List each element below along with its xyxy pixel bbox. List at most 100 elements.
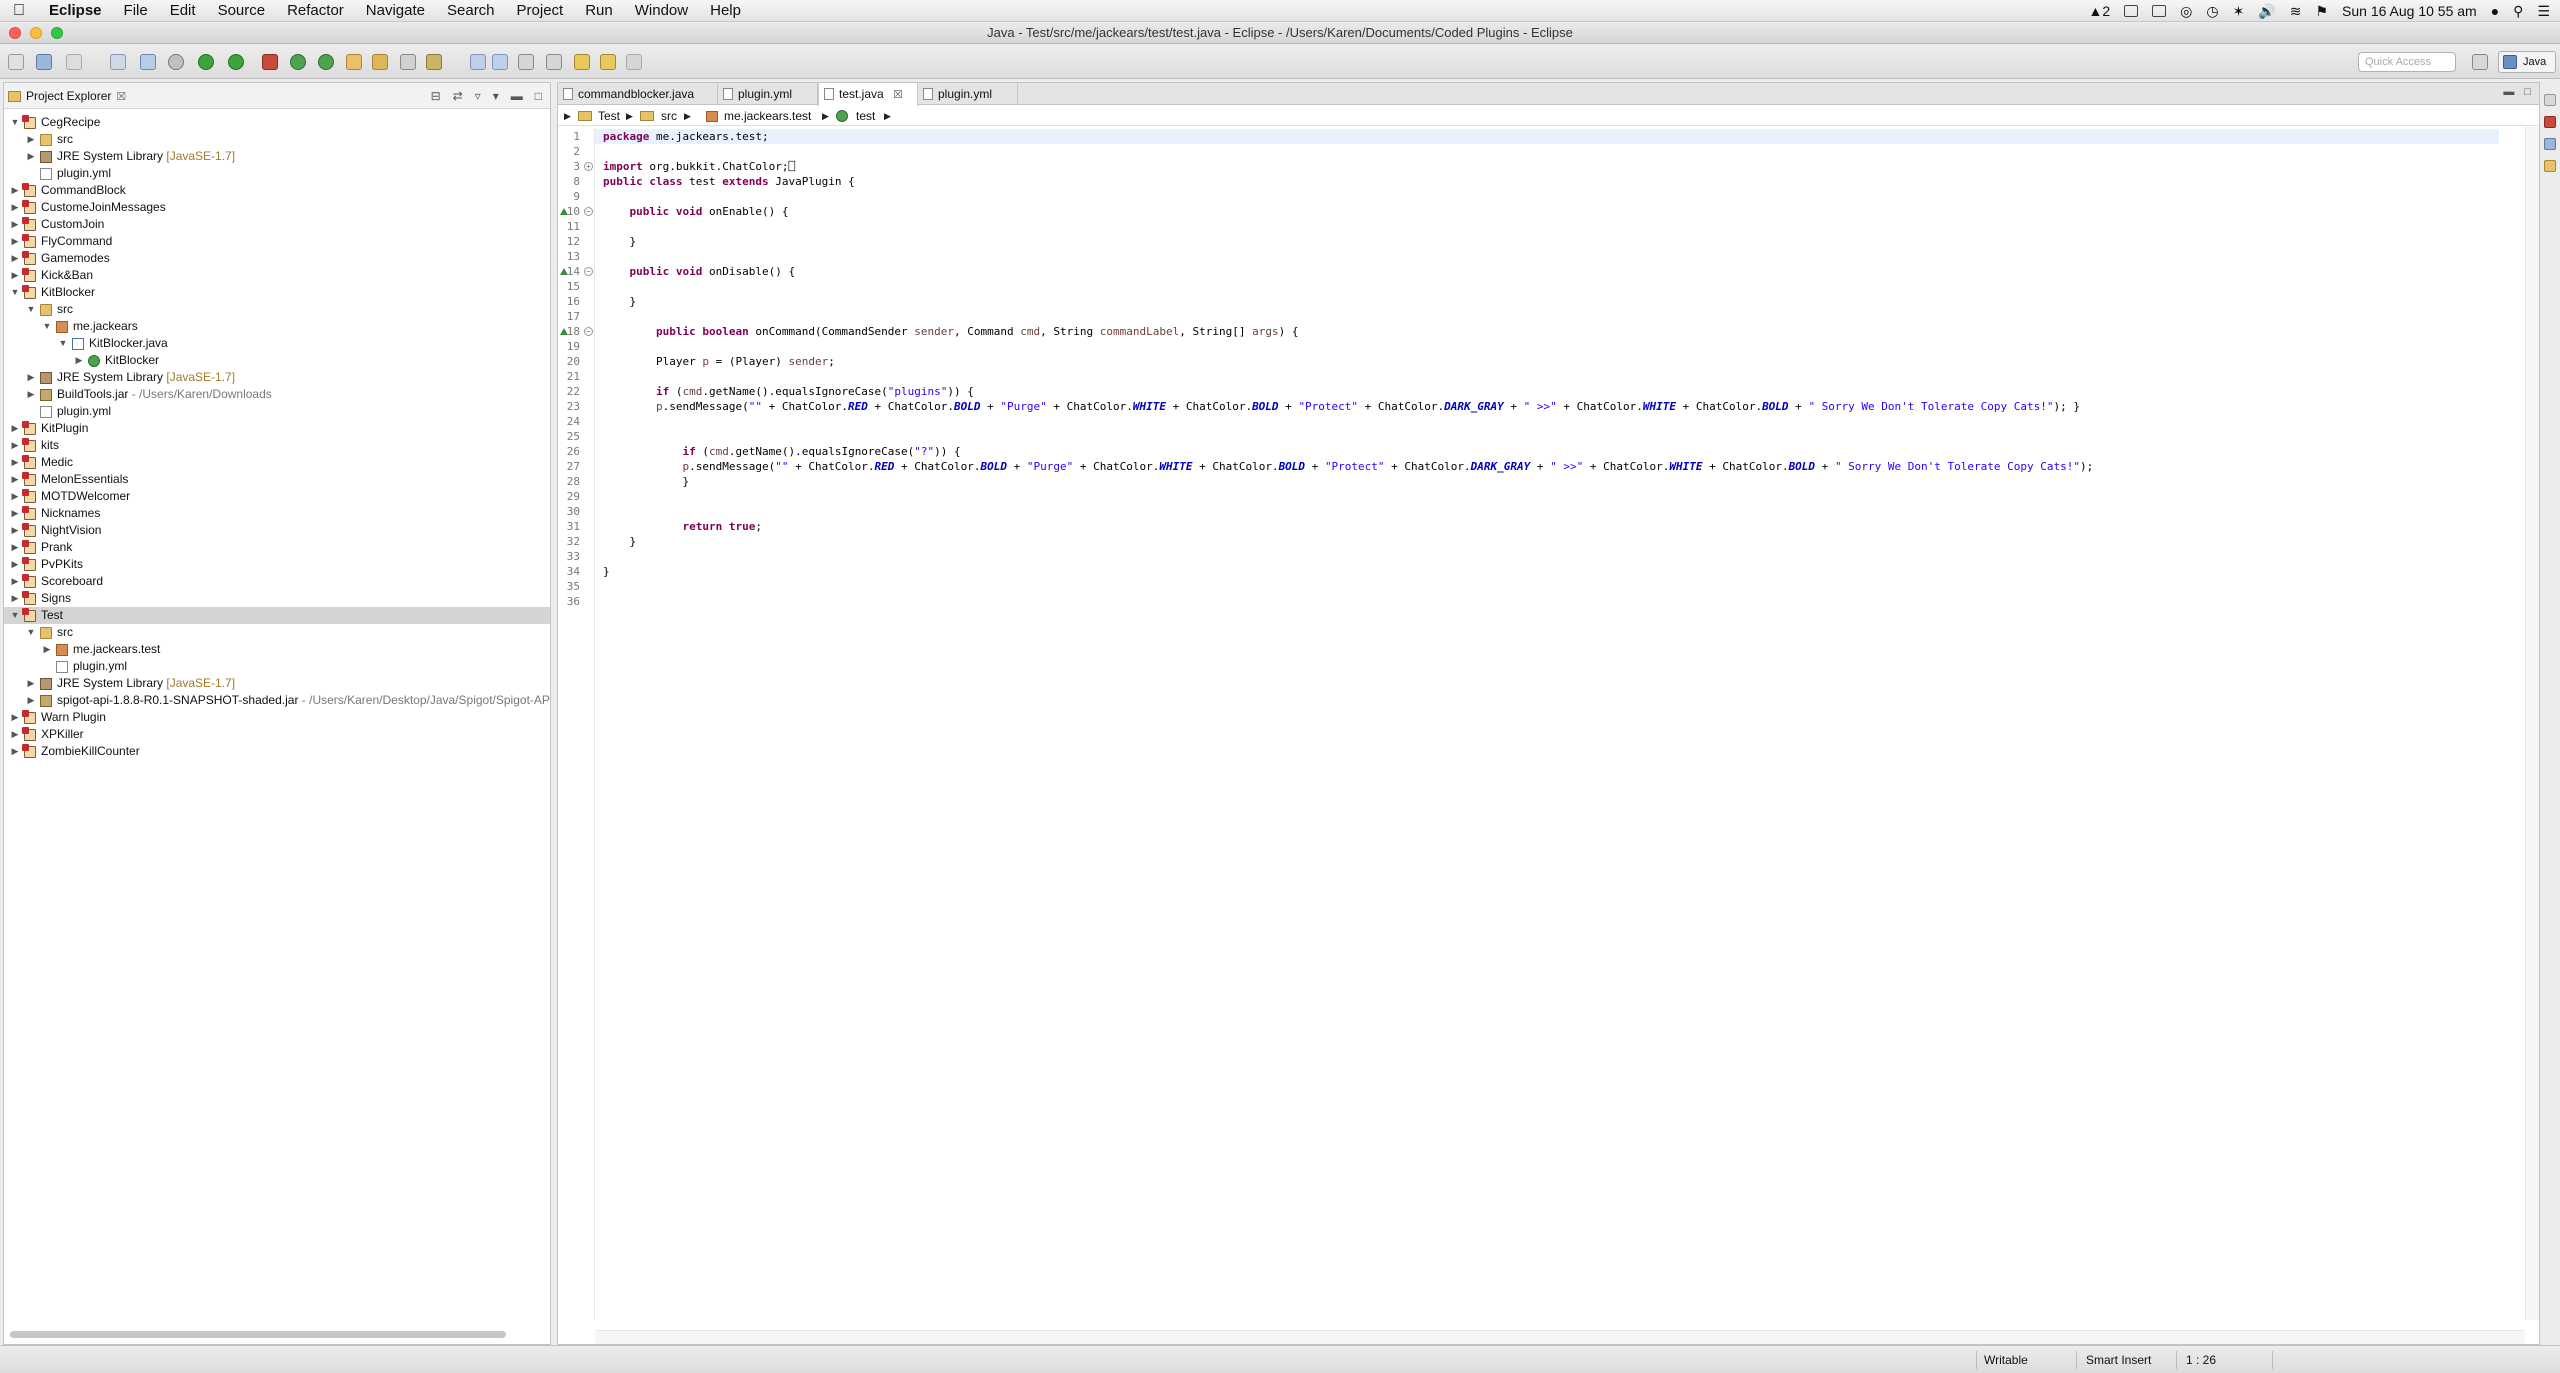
- expand-arrow-icon[interactable]: ▶: [10, 539, 20, 556]
- tree-item[interactable]: ▶ Gamemodes: [4, 250, 550, 267]
- expand-arrow-icon[interactable]: ▶: [26, 369, 36, 386]
- expand-arrow-icon[interactable]: ▶: [10, 420, 20, 437]
- new-icon[interactable]: [8, 54, 24, 70]
- clock-text[interactable]: Sun 16 Aug 10 55 am: [2342, 3, 2477, 19]
- spotlight-icon[interactable]: ⚲: [2513, 3, 2523, 20]
- code-area[interactable]: package me.jackears.test; import org.bukk…: [595, 129, 2499, 594]
- tree-item[interactable]: ▶ JRE System Library [JavaSE-1.7]: [4, 675, 550, 692]
- creative-cloud-icon[interactable]: ◎: [2180, 3, 2192, 20]
- tree-item[interactable]: ▶ KitBlocker: [4, 352, 550, 369]
- tab-test-java[interactable]: test.java ☒: [818, 83, 918, 106]
- collapse-arrow-icon[interactable]: ▼: [26, 301, 36, 318]
- project-explorer-tab[interactable]: Project Explorer ☒: [8, 89, 126, 103]
- expand-arrow-icon[interactable]: ▶: [26, 386, 36, 403]
- override-marker-icon[interactable]: [560, 328, 568, 335]
- expand-arrow-icon[interactable]: ▶: [10, 199, 20, 216]
- minimize-editor-icon[interactable]: ▬: [2503, 86, 2514, 98]
- user-icon[interactable]: ●: [2491, 3, 2499, 19]
- tree-item[interactable]: ▼ KitBlocker.java: [4, 335, 550, 352]
- breadcrumb-arrow-icon[interactable]: ▶: [822, 106, 829, 126]
- collapse-arrow-icon[interactable]: ▼: [42, 318, 52, 335]
- menu-refactor[interactable]: Refactor: [276, 0, 355, 22]
- expand-arrow-icon[interactable]: ▶: [10, 743, 20, 760]
- back-icon[interactable]: [574, 54, 590, 70]
- collapse-fold-icon[interactable]: −: [584, 207, 593, 216]
- focus-icon[interactable]: ▿: [475, 89, 481, 103]
- tree-item[interactable]: ▶ MOTDWelcomer: [4, 488, 550, 505]
- tree-item[interactable]: plugin.yml: [4, 165, 550, 182]
- external-tools-icon[interactable]: [262, 54, 278, 70]
- insert-mode-status[interactable]: Smart Insert: [2086, 1353, 2151, 1367]
- tree-item[interactable]: ▶ CustomJoin: [4, 216, 550, 233]
- override-marker-icon[interactable]: [560, 208, 568, 215]
- expand-arrow-icon[interactable]: ▶: [26, 131, 36, 148]
- tree-item[interactable]: ▶ NightVision: [4, 522, 550, 539]
- new-java-package-icon[interactable]: [290, 54, 306, 70]
- collapse-arrow-icon[interactable]: ▼: [26, 624, 36, 641]
- save-all-icon[interactable]: [66, 54, 82, 70]
- tree-item[interactable]: ▶ kits: [4, 437, 550, 454]
- outline-icon[interactable]: [2544, 138, 2556, 150]
- tree-item[interactable]: ▼ CegRecipe: [4, 114, 550, 131]
- menu-help[interactable]: Help: [699, 0, 752, 22]
- collapse-all-icon[interactable]: ⊟: [431, 89, 441, 103]
- notification-icon[interactable]: ☰: [2537, 3, 2550, 20]
- breadcrumb-project[interactable]: Test: [598, 106, 620, 126]
- print-icon[interactable]: [110, 54, 126, 70]
- close-icon[interactable]: ☒: [116, 90, 126, 103]
- expand-fold-icon[interactable]: +: [584, 162, 593, 171]
- collapse-fold-icon[interactable]: −: [584, 267, 593, 276]
- run-icon[interactable]: [228, 54, 244, 70]
- tree-item[interactable]: ▶ Warn Plugin: [4, 709, 550, 726]
- problems-icon[interactable]: [2544, 160, 2556, 172]
- toggle-block-selection-icon[interactable]: [470, 54, 486, 70]
- tree-item[interactable]: ▶ me.jackears.test: [4, 641, 550, 658]
- expand-arrow-icon[interactable]: ▶: [10, 556, 20, 573]
- vertical-scrollbar[interactable]: [2525, 127, 2539, 1320]
- new-java-class-icon[interactable]: [318, 54, 334, 70]
- collapse-arrow-icon[interactable]: ▼: [10, 284, 20, 301]
- terminal-icon[interactable]: [140, 54, 156, 70]
- maximize-view-icon[interactable]: □: [535, 89, 542, 103]
- toggle-mark-occurrences-icon[interactable]: [426, 54, 442, 70]
- tree-item[interactable]: ▶ ZombieKillCounter: [4, 743, 550, 760]
- expand-arrow-icon[interactable]: ▶: [10, 471, 20, 488]
- expand-arrow-icon[interactable]: ▶: [10, 709, 20, 726]
- expand-arrow-icon[interactable]: ▶: [42, 641, 52, 658]
- expand-arrow-icon[interactable]: ▶: [10, 216, 20, 233]
- previous-annotation-icon[interactable]: [546, 54, 562, 70]
- collapse-arrow-icon[interactable]: ▼: [58, 335, 68, 352]
- tree-item[interactable]: ▶ MelonEssentials: [4, 471, 550, 488]
- expand-arrow-icon[interactable]: ▶: [10, 590, 20, 607]
- volume-icon[interactable]: 🔊: [2258, 3, 2275, 20]
- open-type-icon[interactable]: [346, 54, 362, 70]
- menu-window[interactable]: Window: [624, 0, 699, 22]
- tree-item[interactable]: plugin.yml: [4, 403, 550, 420]
- menu-file[interactable]: File: [113, 0, 159, 22]
- view-menu-icon[interactable]: ▾: [493, 89, 499, 103]
- expand-arrow-icon[interactable]: ▶: [10, 726, 20, 743]
- horizontal-scrollbar[interactable]: [10, 1331, 506, 1338]
- task-list-icon[interactable]: [2544, 116, 2556, 128]
- tree-item[interactable]: ▶ Prank: [4, 539, 550, 556]
- expand-arrow-icon[interactable]: ▶: [10, 267, 20, 284]
- collapse-fold-icon[interactable]: −: [584, 327, 593, 336]
- expand-arrow-icon[interactable]: ▶: [26, 675, 36, 692]
- show-whitespace-icon[interactable]: [492, 54, 508, 70]
- menu-source[interactable]: Source: [207, 0, 277, 22]
- breadcrumb-class[interactable]: test: [856, 106, 875, 126]
- breadcrumb-package[interactable]: me.jackears.test: [724, 106, 811, 126]
- menu-run[interactable]: Run: [574, 0, 624, 22]
- tree-item[interactable]: ▶ FlyCommand: [4, 233, 550, 250]
- collapse-arrow-icon[interactable]: ▼: [10, 114, 20, 131]
- link-with-editor-icon[interactable]: ⇄: [453, 89, 463, 103]
- breadcrumb-arrow-icon[interactable]: ▶: [626, 106, 633, 126]
- tree-item[interactable]: ▶ CommandBlock: [4, 182, 550, 199]
- tree-item[interactable]: ▶ Kick&Ban: [4, 267, 550, 284]
- expand-arrow-icon[interactable]: ▶: [10, 233, 20, 250]
- menu-search[interactable]: Search: [436, 0, 506, 22]
- breadcrumb-arrow-icon[interactable]: ▶: [884, 106, 891, 126]
- settings-icon[interactable]: [168, 54, 184, 70]
- tree-item[interactable]: ▶ JRE System Library [JavaSE-1.7]: [4, 148, 550, 165]
- expand-arrow-icon[interactable]: ▶: [10, 522, 20, 539]
